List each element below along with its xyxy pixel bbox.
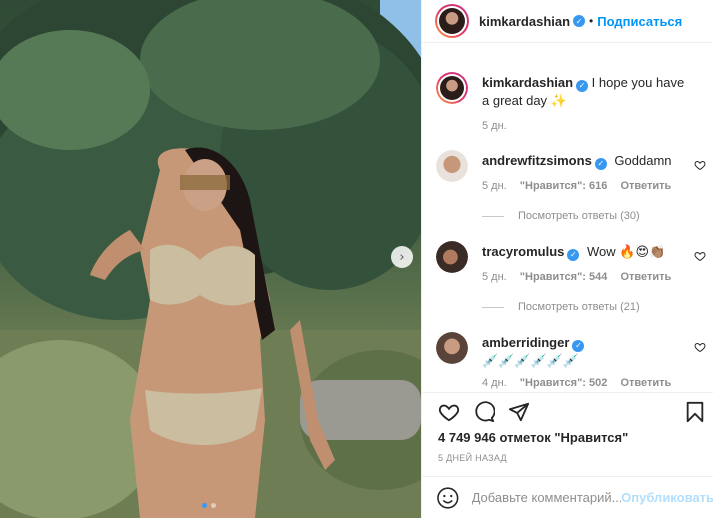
heart-icon[interactable]: [694, 341, 706, 353]
carousel-next-button[interactable]: ›: [391, 246, 413, 268]
verified-badge-icon: ✓: [572, 340, 585, 352]
avatar-image: [436, 241, 468, 273]
comment-time[interactable]: 5 дн.: [482, 180, 507, 192]
post-photo[interactable]: ›: [0, 0, 421, 518]
avatar-image: [436, 332, 468, 364]
commenter-avatar[interactable]: [436, 332, 468, 364]
replies-divider: [482, 306, 504, 308]
comment-username[interactable]: amberridinger: [482, 335, 569, 350]
post-caption: kimkardashian ✓ I hope you have a great d…: [436, 72, 706, 142]
comment-time[interactable]: 5 дн.: [482, 271, 507, 283]
comment-time[interactable]: 4 дн.: [482, 377, 507, 389]
replies-divider: [482, 215, 504, 217]
sparkles-emoji: ✨: [550, 93, 567, 108]
comment-bubble-icon[interactable]: [473, 401, 495, 423]
comment-text: tracyromulus ✓ Wow 🔥😍👏🏽: [482, 243, 682, 261]
comment-meta: 5 дн. "Нравится": 616 Ответить: [482, 180, 681, 192]
comment-meta: 4 дн. "Нравится": 502 Ответить: [482, 377, 681, 389]
commenter-avatar[interactable]: [436, 150, 468, 182]
comment-item: andrewfitzsimons ✓ Goddamn 5 дн. "Нравитс…: [436, 150, 706, 230]
commenter-avatar[interactable]: [436, 241, 468, 273]
comment-item: amberridinger ✓ 💉💉💉💉💉💉 4 дн. "Нравится": …: [436, 332, 706, 392]
comment-text: amberridinger ✓ 💉💉💉💉💉💉: [482, 334, 682, 370]
caption-avatar[interactable]: [436, 72, 468, 104]
verified-badge-icon: ✓: [567, 249, 580, 261]
comment-likes[interactable]: "Нравится": 616: [520, 180, 608, 192]
post-header: kimkardashian ✓ • Подписаться: [422, 0, 713, 43]
comment-body: Goddamn: [614, 153, 672, 168]
comment-text: andrewfitzsimons ✓ Goddamn: [482, 152, 682, 170]
post-sidebar: kimkardashian ✓ • Подписаться kimkardash…: [421, 0, 713, 518]
bookmark-icon[interactable]: [685, 401, 705, 423]
add-comment-bar: Добавьте комментарий... Опубликовать: [422, 476, 713, 518]
comment-likes[interactable]: "Нравится": 502: [520, 377, 608, 389]
comment-body: 💉💉💉💉💉💉: [482, 353, 580, 368]
publish-button[interactable]: Опубликовать: [621, 490, 713, 505]
like-count[interactable]: 4 749 946 отметок "Нравится": [438, 430, 628, 445]
verified-badge-icon: ✓: [594, 158, 607, 170]
caption-time[interactable]: 5 дн.: [482, 120, 507, 132]
avatar-image: [440, 76, 464, 100]
comment-username[interactable]: andrewfitzsimons: [482, 153, 592, 168]
author-avatar[interactable]: [435, 4, 469, 38]
avatar-image: [439, 8, 465, 34]
chevron-right-icon: ›: [399, 249, 405, 265]
heart-icon[interactable]: [694, 159, 706, 171]
reply-button[interactable]: Ответить: [620, 377, 671, 389]
verified-badge-icon: ✓: [576, 80, 589, 92]
comment-likes[interactable]: "Нравится": 544: [520, 271, 608, 283]
smiley-icon[interactable]: [436, 486, 460, 510]
verified-badge-icon: ✓: [573, 15, 586, 27]
comment-body: Wow 🔥😍👏🏽: [587, 244, 666, 259]
view-replies-button[interactable]: Посмотреть ответы (30): [482, 210, 640, 222]
heart-icon[interactable]: [694, 250, 706, 262]
caption-text: kimkardashian ✓ I hope you have a great d…: [482, 74, 692, 110]
post-actions: [422, 392, 713, 430]
post-timestamp[interactable]: 5 ДНЕЙ НАЗАД: [438, 453, 507, 463]
view-replies-label: Посмотреть ответы (30): [518, 210, 640, 222]
reply-button[interactable]: Ответить: [620, 180, 671, 192]
paper-plane-icon[interactable]: [508, 401, 530, 423]
header-separator: •: [589, 14, 594, 28]
follow-button[interactable]: Подписаться: [597, 14, 682, 29]
carousel-dot-active: [202, 503, 207, 508]
view-replies-button[interactable]: Посмотреть ответы (21): [482, 301, 640, 313]
comments-list[interactable]: kimkardashian ✓ I hope you have a great d…: [422, 43, 713, 392]
photo-illustration: [0, 0, 421, 518]
carousel-indicator: [202, 503, 216, 508]
avatar-image: [436, 150, 468, 182]
view-replies-label: Посмотреть ответы (21): [518, 301, 640, 313]
caption-meta: 5 дн.: [482, 120, 517, 132]
carousel-dot: [211, 503, 216, 508]
reply-button[interactable]: Ответить: [620, 271, 671, 283]
heart-icon[interactable]: [438, 401, 460, 423]
comment-username[interactable]: tracyromulus: [482, 244, 564, 259]
comment-input[interactable]: Добавьте комментарий...: [472, 490, 622, 505]
comment-meta: 5 дн. "Нравится": 544 Ответить: [482, 271, 681, 283]
author-username[interactable]: kimkardashian: [479, 14, 570, 29]
comment-item: tracyromulus ✓ Wow 🔥😍👏🏽 5 дн. "Нравится":…: [436, 241, 706, 321]
caption-username[interactable]: kimkardashian: [482, 75, 573, 90]
